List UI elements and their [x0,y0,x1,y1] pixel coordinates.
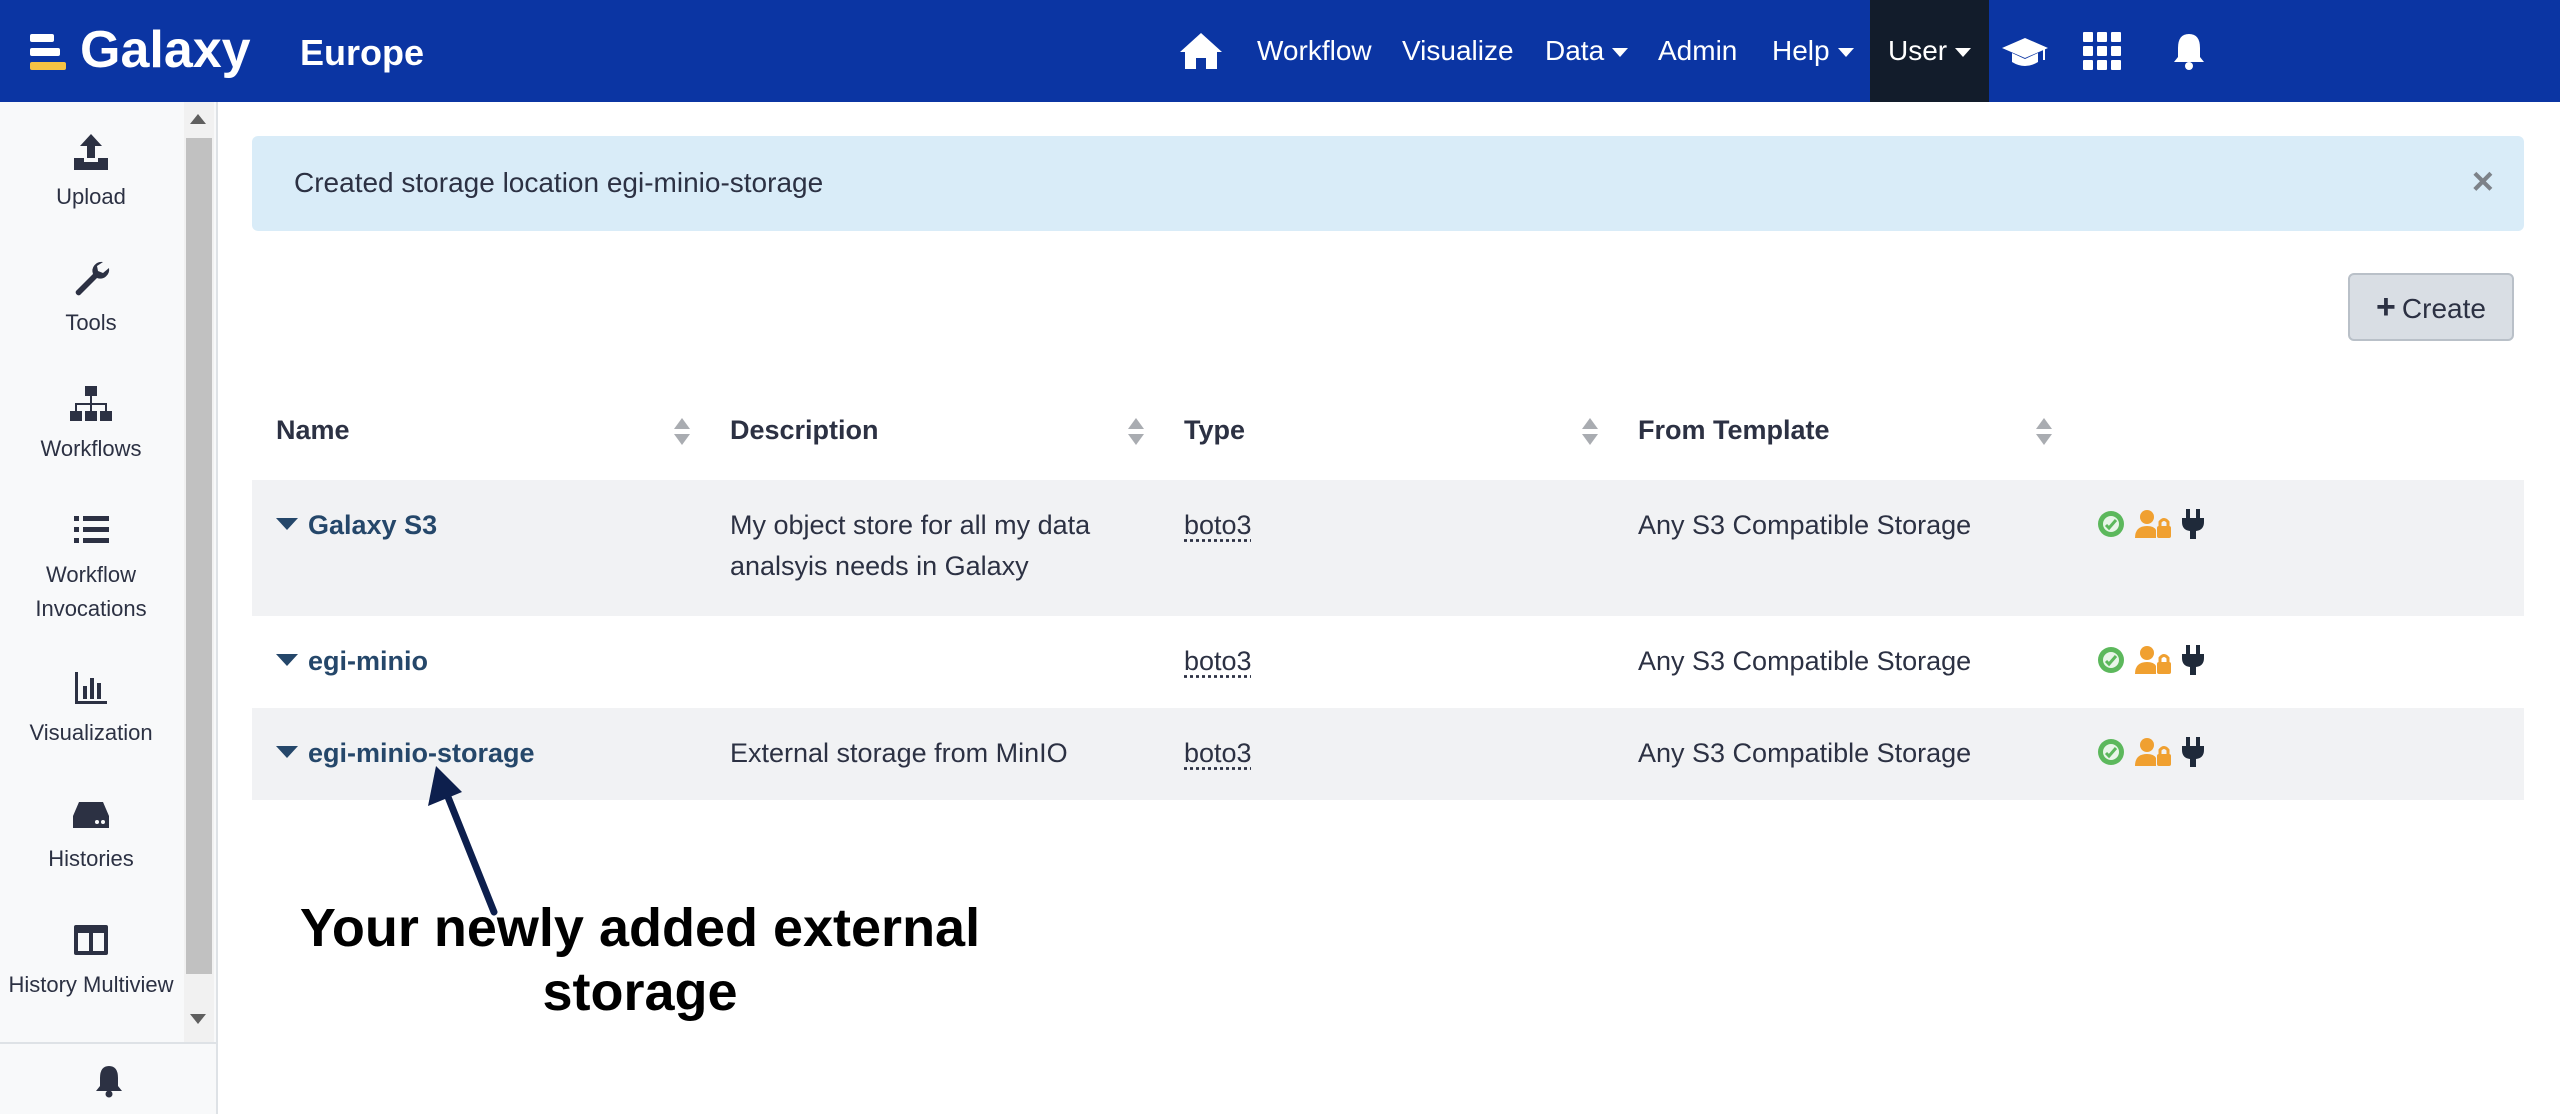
activity-label: Workflows [40,436,142,461]
annotation-line: storage [542,962,738,1022]
sort-icon[interactable] [1582,418,1598,446]
storage-name-link[interactable]: Galaxy S3 [276,504,437,546]
activity-label: Visualization [29,720,153,745]
status-ok-icon[interactable] [2096,509,2126,544]
plug-icon[interactable] [2180,736,2206,773]
status-ok-icon[interactable] [2096,737,2126,772]
scroll-down-icon[interactable] [190,1014,206,1024]
storage-description-line2: analsyis needs in Galaxy [730,551,1029,581]
column-header-description[interactable]: Description [730,410,879,450]
activity-workflows[interactable]: Workflows [0,384,182,466]
storage-name-link[interactable]: egi-minio [276,640,428,682]
storage-badges [2096,644,2206,681]
column-header-type[interactable]: Type [1184,410,1245,450]
activity-bar: Upload Tools Workflows Workflow Invocati… [0,102,218,1114]
alert-message: Created storage location egi-minio-stora… [294,167,824,198]
storage-name: egi-minio-storage [308,738,535,768]
table-row: egi-minio boto3 Any S3 Compatible Storag… [252,616,2524,708]
apps-grid-icon[interactable] [2077,26,2127,76]
storage-type[interactable]: boto3 [1184,732,1252,774]
storage-name-link[interactable]: egi-minio-storage [276,732,535,774]
nav-visualize[interactable]: Visualize [1402,0,1514,102]
activity-label: Histories [48,846,134,871]
chevron-down-icon [1837,48,1854,58]
table-row: egi-minio-storage External storage from … [252,708,2524,800]
home-icon[interactable] [1176,26,1226,76]
storage-name: egi-minio [308,646,428,676]
user-lock-icon[interactable] [2134,645,2172,680]
chevron-down-icon [1612,48,1629,58]
table-row: Galaxy S3 My object store for all my dat… [252,480,2524,616]
galaxy-menu-icon[interactable] [30,34,66,72]
upload-icon [74,134,108,170]
list-icon [74,516,109,543]
storage-type[interactable]: boto3 [1184,640,1252,682]
hdd-icon [73,802,109,828]
wrench-icon [75,261,110,296]
sort-icon[interactable] [2036,418,2052,446]
storage-template: Any S3 Compatible Storage [1638,510,1972,540]
activity-workflow-invocations[interactable]: Workflow Invocations [0,510,182,626]
brand-name[interactable]: Galaxy [80,16,251,84]
storage-type[interactable]: boto3 [1184,504,1252,546]
storage-badges [2096,736,2206,773]
create-button-label: Create [2401,293,2486,324]
chevron-down-icon [1955,48,1972,58]
columns-icon [74,925,108,955]
activity-notifications[interactable] [0,1042,216,1114]
sitemap-icon [70,386,112,421]
user-lock-icon[interactable] [2134,737,2172,772]
activity-upload[interactable]: Upload [0,132,182,214]
nav-data[interactable]: Data [1545,0,1629,102]
activity-history-multiview[interactable]: History Multiview [0,920,182,1002]
plug-icon[interactable] [2180,508,2206,545]
plug-icon[interactable] [2180,644,2206,681]
chart-bar-icon [75,672,107,704]
annotation-line: Your newly added external [299,898,981,958]
activity-label: Tools [65,310,117,335]
activity-label: Workflow Invocations [35,562,147,621]
caret-down-icon [276,517,298,530]
nav-workflow[interactable]: Workflow [1257,0,1372,102]
user-lock-icon[interactable] [2134,509,2172,544]
storage-template: Any S3 Compatible Storage [1638,738,1972,768]
caret-down-icon [276,653,298,666]
create-button[interactable]: + Create [2348,273,2514,341]
status-ok-icon[interactable] [2096,645,2126,680]
success-alert: Created storage location egi-minio-stora… [252,136,2524,231]
brand-subtitle: Europe [300,32,425,73]
activity-label: Upload [56,184,126,209]
activity-histories[interactable]: Histories [0,794,182,876]
activity-tools[interactable]: Tools [0,258,182,340]
sort-icon[interactable] [674,418,690,446]
activity-scrollbar-thumb[interactable] [186,138,212,974]
activity-label: History Multiview [8,972,174,997]
bell-icon[interactable] [2164,26,2214,76]
scroll-up-icon[interactable] [190,114,206,124]
nav-admin[interactable]: Admin [1658,0,1737,102]
storage-name: Galaxy S3 [308,510,438,540]
storage-description: External storage from MinIO [730,738,1068,768]
masthead: Galaxy Europe Workflow Visualize Data Ad… [0,0,2560,102]
nav-help[interactable]: Help [1772,0,1854,102]
column-header-template[interactable]: From Template [1638,410,1830,450]
nav-data-label: Data [1545,35,1605,66]
annotation-text: Your newly added external storage [262,896,1018,1024]
close-icon[interactable]: × [2472,160,2494,204]
graduation-cap-icon[interactable] [2000,26,2050,76]
storage-description: My object store for all my data [730,510,1091,540]
caret-down-icon [276,745,298,758]
nav-user-label: User [1888,35,1948,66]
storage-template: Any S3 Compatible Storage [1638,646,1972,676]
nav-help-label: Help [1772,35,1830,66]
sort-icon[interactable] [1128,418,1144,446]
column-header-name[interactable]: Name [276,410,350,450]
bell-icon [96,1066,122,1098]
storage-badges [2096,508,2206,545]
nav-user[interactable]: User [1870,0,1990,102]
activity-visualization[interactable]: Visualization [0,668,182,750]
plus-icon: + [2376,288,2396,326]
